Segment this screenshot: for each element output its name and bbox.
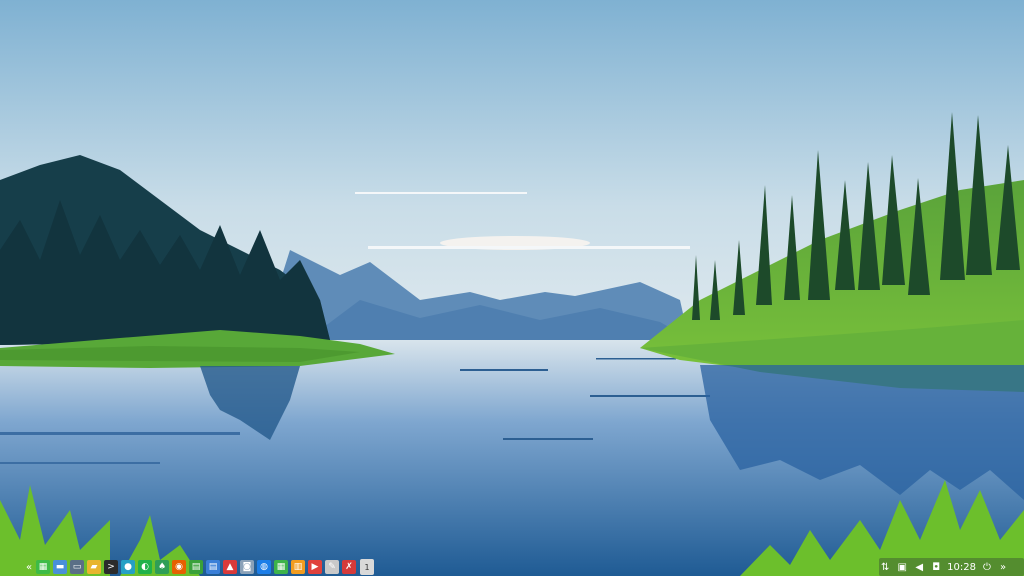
taskbar: « ▦ ▬ ▭ ▰ > ● ◐ ♠ ◉ ▤ ▤ ▲ ◙ ◍ ▦ ▥ ▶ ✎ ✗ 1 ⇅ ▣ ◀ ◘ 10:28 ⏻ …	[0, 558, 1024, 576]
cloud-streak	[355, 192, 527, 194]
archive-app-icon[interactable]: ◙	[240, 560, 254, 574]
writer-app-icon[interactable]: ▤	[206, 560, 220, 574]
system-tray: ⇅ ▣ ◀ ◘ 10:28 ⏻ »	[879, 558, 1024, 576]
taskbar-launcher: « ▦ ▬ ▭ ▰ > ● ◐ ♠ ◉ ▤ ▤ ▲ ◙ ◍ ▦ ▥ ▶ ✎ ✗ 1	[0, 559, 374, 575]
collapse-right-icon[interactable]: »	[998, 562, 1008, 573]
volume-icon[interactable]: ◀	[913, 562, 925, 573]
whatsapp-app-icon[interactable]: ◐	[138, 560, 152, 574]
network-icon[interactable]: ⇅	[879, 562, 891, 573]
document-app-icon[interactable]: ▤	[189, 560, 203, 574]
folder-app-icon[interactable]: ▬	[53, 560, 67, 574]
tools-app-icon[interactable]: ✗	[342, 560, 356, 574]
media-app-icon[interactable]: ▶	[308, 560, 322, 574]
collapse-left-icon[interactable]: «	[24, 562, 34, 573]
network-app-icon[interactable]: ●	[121, 560, 135, 574]
browser-app-icon[interactable]: ◍	[257, 560, 271, 574]
workspace-indicator[interactable]: 1	[360, 559, 374, 575]
impress-app-icon[interactable]: ▥	[291, 560, 305, 574]
files-app-icon[interactable]: ▰	[87, 560, 101, 574]
screenshot-icon[interactable]: ◘	[930, 562, 942, 573]
editor-app-icon[interactable]: ✎	[325, 560, 339, 574]
terminal-app-icon[interactable]: >	[104, 560, 118, 574]
pdf-app-icon[interactable]: ▲	[223, 560, 237, 574]
app-icon-list: ▦ ▬ ▭ ▰ > ● ◐ ♠ ◉ ▤ ▤ ▲ ◙ ◍ ▦ ▥ ▶ ✎ ✗	[36, 560, 356, 574]
desktop-wallpaper	[0, 0, 1024, 576]
firefox-app-icon[interactable]: ◉	[172, 560, 186, 574]
cards-app-icon[interactable]: ♠	[155, 560, 169, 574]
power-icon[interactable]: ⏻	[981, 562, 993, 573]
window-app-icon[interactable]: ▭	[70, 560, 84, 574]
spreadsheet-app-icon[interactable]: ▦	[36, 560, 50, 574]
clock[interactable]: 10:28	[947, 562, 976, 573]
display-icon[interactable]: ▣	[896, 562, 908, 573]
calc-app-icon[interactable]: ▦	[274, 560, 288, 574]
